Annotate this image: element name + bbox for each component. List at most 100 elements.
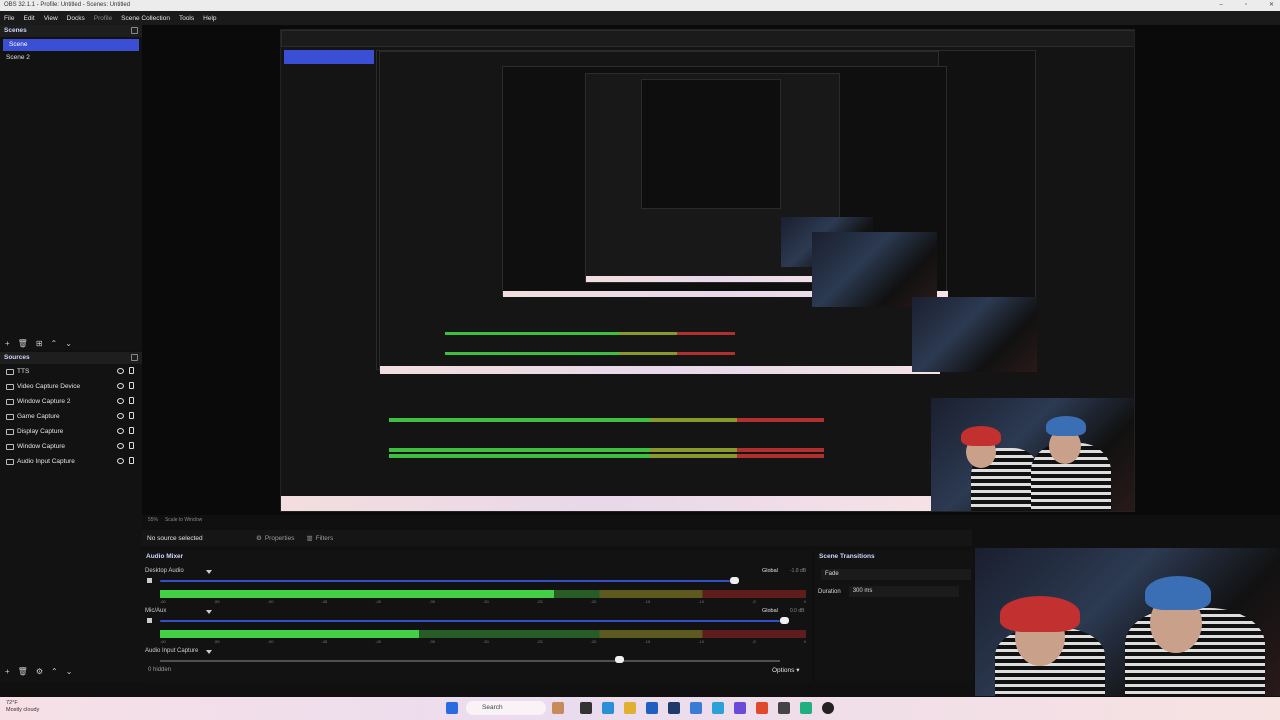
channel-menu-icon[interactable] <box>206 650 212 654</box>
meter-tick: -30 <box>482 639 489 644</box>
source-item[interactable]: Window Capture 2 <box>0 394 142 409</box>
meter-tick: 0 <box>803 599 806 604</box>
meter-tick: -15 <box>644 599 651 604</box>
nested-obs-window <box>379 51 948 374</box>
options-button[interactable]: Options ▾ <box>772 666 799 674</box>
channel-menu-icon[interactable] <box>206 570 212 574</box>
brave-icon[interactable] <box>756 702 768 714</box>
trash-icon[interactable]: 🗑 <box>18 667 28 676</box>
menu-help[interactable]: Help <box>203 15 216 22</box>
volume-knob[interactable] <box>730 577 739 584</box>
move-down-icon[interactable]: ⌄ <box>66 667 73 676</box>
obs-icon[interactable] <box>822 702 834 714</box>
meter-tick: -20 <box>590 599 597 604</box>
close-icon[interactable]: ✕ <box>1269 0 1274 11</box>
speaker-icon[interactable] <box>147 618 152 623</box>
visibility-eye-icon[interactable] <box>117 443 124 449</box>
discord-icon[interactable] <box>734 702 746 714</box>
gear-icon[interactable]: ⚙ <box>36 667 43 676</box>
undock-icon[interactable] <box>131 27 138 34</box>
undock-icon[interactable] <box>131 354 138 361</box>
nested-meter <box>445 352 735 355</box>
source-item[interactable]: TTS <box>0 364 142 379</box>
source-label: Display Capture <box>17 428 64 435</box>
properties-button[interactable]: ⚙ Properties <box>250 534 300 543</box>
visibility-eye-icon[interactable] <box>117 398 124 404</box>
preview-canvas[interactable] <box>280 29 1135 512</box>
zoom-label[interactable]: 55% <box>148 517 158 523</box>
start-icon[interactable] <box>446 702 458 714</box>
lock-icon[interactable] <box>129 382 134 389</box>
visibility-eye-icon[interactable] <box>117 458 124 464</box>
webcam-overlay <box>975 548 1280 696</box>
menu-tools[interactable]: Tools <box>179 15 194 22</box>
source-item[interactable]: Window Capture <box>0 439 142 454</box>
menu-profile[interactable]: Profile <box>94 15 112 22</box>
menu-view[interactable]: View <box>44 15 58 22</box>
dropbox-icon[interactable] <box>668 702 680 714</box>
channel-menu-icon[interactable] <box>206 610 212 614</box>
menu-file[interactable]: File <box>4 15 14 22</box>
nested-taskbar-2 <box>380 366 940 374</box>
add-icon[interactable]: + <box>5 339 10 348</box>
filters-button[interactable]: ▥ Filters <box>300 534 339 543</box>
lock-icon[interactable] <box>129 397 134 404</box>
source-item[interactable]: Audio Input Capture <box>0 454 142 469</box>
visibility-eye-icon[interactable] <box>117 383 124 389</box>
visibility-eye-icon[interactable] <box>117 413 124 419</box>
meter-tick: -60 <box>160 639 166 644</box>
steam-icon[interactable] <box>778 702 790 714</box>
menu-scene-collection[interactable]: Scene Collection <box>121 15 170 22</box>
app2-icon[interactable] <box>800 702 812 714</box>
nested-taskbar-4 <box>586 276 841 282</box>
volume-slider[interactable] <box>160 580 730 582</box>
trash-icon[interactable]: 🗑 <box>18 339 28 348</box>
nested-preview-4 <box>641 79 781 209</box>
meter-tick: -50 <box>267 599 274 604</box>
maximize-icon[interactable]: ▫ <box>1245 0 1247 11</box>
level-meter-fill <box>160 630 419 638</box>
task-view-icon[interactable] <box>580 702 592 714</box>
edge-icon[interactable] <box>602 702 614 714</box>
mail-icon[interactable] <box>690 702 702 714</box>
volume-slider[interactable] <box>160 620 780 622</box>
lock-icon[interactable] <box>129 412 134 419</box>
move-down-icon[interactable]: ⌄ <box>65 339 72 348</box>
volume-knob[interactable] <box>780 617 789 624</box>
scene-item-scene-2[interactable]: Scene 2 <box>0 52 142 64</box>
visibility-eye-icon[interactable] <box>117 428 124 434</box>
menu-edit[interactable]: Edit <box>23 15 34 22</box>
app-icon[interactable] <box>552 702 564 714</box>
speaker-icon[interactable] <box>147 578 152 583</box>
lock-icon[interactable] <box>129 457 134 464</box>
source-item[interactable]: Video Capture Device <box>0 379 142 394</box>
menu-docks[interactable]: Docks <box>67 15 85 22</box>
audio-mixer-header: Audio Mixer <box>146 553 184 560</box>
visibility-eye-icon[interactable] <box>117 368 124 374</box>
scale-mode-label[interactable]: Scale to Window <box>165 517 202 523</box>
source-item[interactable]: Game Capture <box>0 409 142 424</box>
store-icon[interactable] <box>646 702 658 714</box>
move-up-icon[interactable]: ⌃ <box>51 667 58 676</box>
duration-input[interactable]: 300 ms <box>848 586 959 597</box>
lock-icon[interactable] <box>129 367 134 374</box>
source-type-icon <box>6 443 14 450</box>
meter-tick: -15 <box>644 639 651 644</box>
chrome-icon[interactable] <box>712 702 724 714</box>
scene-item-scene[interactable]: Scene <box>3 39 139 51</box>
source-label: TTS <box>17 368 30 375</box>
filter-icon[interactable]: ⊞ <box>36 339 43 348</box>
source-item[interactable]: Display Capture <box>0 424 142 439</box>
lock-icon[interactable] <box>129 427 134 434</box>
explorer-icon[interactable] <box>624 702 636 714</box>
lock-icon[interactable] <box>129 442 134 449</box>
move-up-icon[interactable]: ⌃ <box>51 339 58 348</box>
search-box[interactable]: Search <box>466 701 546 715</box>
minimize-icon[interactable]: – <box>1219 0 1222 11</box>
weather-widget[interactable]: 72°F Mostly cloudy <box>6 700 39 714</box>
transition-select[interactable]: Fade <box>821 569 971 580</box>
add-icon[interactable]: + <box>5 667 10 676</box>
source-type-icon <box>6 428 14 435</box>
source-type-icon <box>6 458 14 465</box>
menu-bar: File Edit View Docks Profile Scene Colle… <box>0 11 1280 25</box>
